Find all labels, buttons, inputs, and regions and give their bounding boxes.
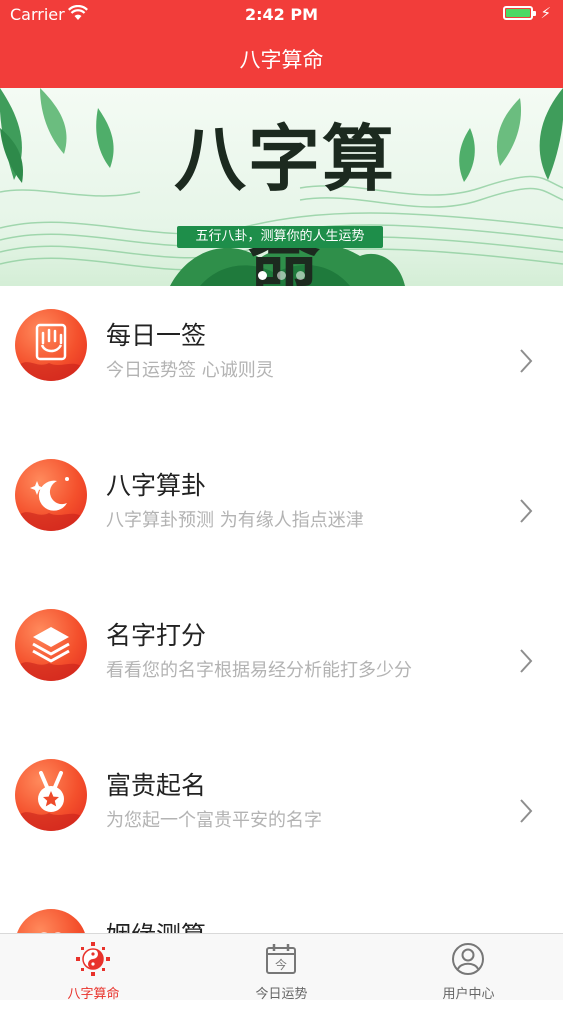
tab-bar: 八字算命 今 今日运势 用户中心 xyxy=(0,933,563,1002)
tab-label: 八字算命 xyxy=(67,987,120,1002)
chevron-right-icon xyxy=(520,649,533,673)
user-icon xyxy=(452,943,484,975)
tab-user-center[interactable]: 用户中心 xyxy=(375,934,562,1002)
banner-subtitle: 五行八卦，测算你的人生运势 xyxy=(177,226,383,248)
svg-text:今: 今 xyxy=(275,957,287,972)
app-header: Carrier 2:42 PM ⚡ 八字算命 xyxy=(0,0,563,88)
banner-title: 八字算命 xyxy=(173,116,396,286)
carousel-dots xyxy=(0,265,563,284)
page-title: 八字算命 xyxy=(239,48,324,72)
layers-icon xyxy=(15,609,87,681)
charging-icon: ⚡ xyxy=(540,4,551,22)
banner-carousel[interactable]: 八字算命 五行八卦，测算你的人生运势 xyxy=(0,88,563,286)
item-title: 八字算卦 xyxy=(106,471,207,500)
carousel-dot[interactable] xyxy=(277,271,286,280)
battery-icon xyxy=(503,6,536,20)
tab-label: 今日运势 xyxy=(255,987,308,1002)
chevron-right-icon xyxy=(520,349,533,373)
item-subtitle: 八字算卦预测 为有缘人指点迷津 xyxy=(106,510,364,531)
item-subtitle: 为您起一个富贵平安的名字 xyxy=(106,810,322,831)
list-item-name-score[interactable]: 名字打分 看看您的名字根据易经分析能打多少分 xyxy=(0,586,563,736)
yin-yang-icon xyxy=(76,942,110,976)
item-subtitle: 今日运势签 心诚则灵 xyxy=(106,360,274,381)
medal-icon xyxy=(15,759,87,831)
list-item-fortune-naming[interactable]: 富贵起名 为您起一个富贵平安的名字 xyxy=(0,736,563,886)
list-item-bazi-divination[interactable]: 八字算卦 八字算卦预测 为有缘人指点迷津 xyxy=(0,436,563,586)
chevron-right-icon xyxy=(520,799,533,823)
tab-today-fortune[interactable]: 今 今日运势 xyxy=(188,934,375,1002)
tab-bazi[interactable]: 八字算命 xyxy=(0,934,187,1002)
chevron-right-icon xyxy=(520,499,533,523)
carousel-dot[interactable] xyxy=(258,271,267,280)
item-title: 富贵起名 xyxy=(106,771,207,800)
status-time: 2:42 PM xyxy=(244,5,318,24)
tab-label: 用户中心 xyxy=(442,987,495,1002)
hand-icon xyxy=(15,309,87,381)
moon-icon xyxy=(15,459,87,531)
item-title: 名字打分 xyxy=(106,621,207,650)
list-item-daily-lot[interactable]: 每日一签 今日运势签 心诚则灵 xyxy=(0,286,563,436)
item-title: 每日一签 xyxy=(106,321,207,350)
status-bar: Carrier 2:42 PM ⚡ xyxy=(0,0,563,30)
carousel-dot[interactable] xyxy=(296,271,305,280)
item-subtitle: 看看您的名字根据易经分析能打多少分 xyxy=(106,660,412,681)
calendar-icon: 今 xyxy=(266,944,296,974)
